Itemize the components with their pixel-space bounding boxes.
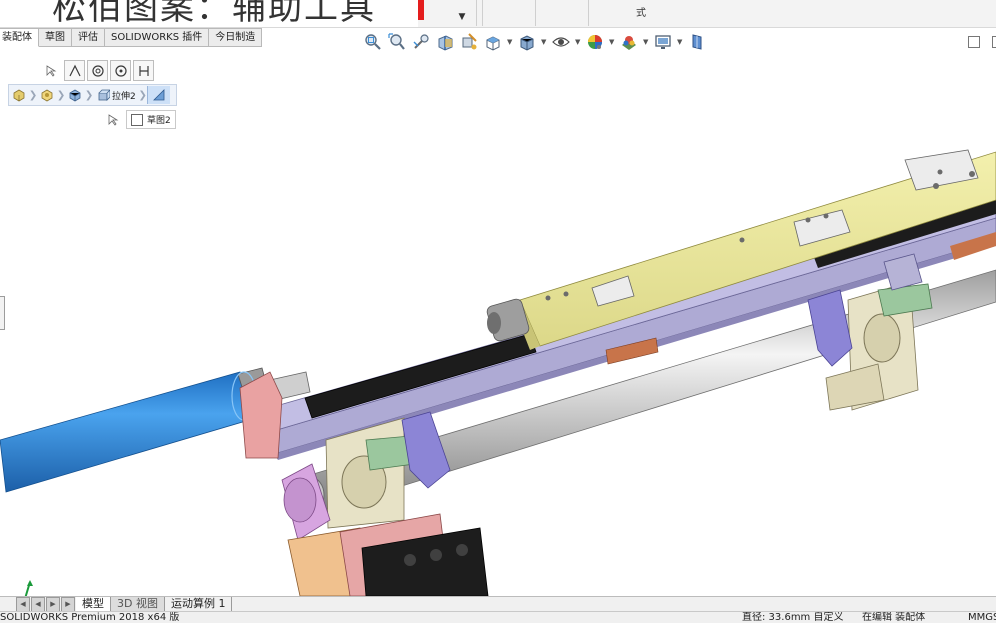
graphics-area[interactable]	[0, 56, 996, 611]
sketch-mini-toolbar	[45, 60, 154, 81]
circle-tool-icon[interactable]	[87, 60, 108, 81]
tab-motion-study[interactable]: 运动算例 1	[165, 597, 233, 611]
breadcrumb-sketch[interactable]	[146, 86, 170, 104]
extrude-feature-icon	[98, 89, 110, 101]
panel-collapse-handle[interactable]	[0, 296, 5, 330]
line-tool-icon[interactable]	[64, 60, 85, 81]
previous-view-icon[interactable]	[411, 32, 431, 52]
tab-sketch[interactable]: 草图	[39, 28, 72, 47]
tab-scroll-arrows: ◀ ◀ ▶ ▶	[16, 597, 76, 612]
chevron-down-icon[interactable]: ▼	[541, 38, 547, 46]
title-accent-bar	[418, 0, 424, 20]
status-bar: SOLIDWORKS Premium 2018 x64 版 直径: 33.6mm…	[0, 611, 996, 623]
dynamic-annotation-icon[interactable]	[459, 32, 479, 52]
command-manager-tabs: 装配体 草图 评估 SOLIDWORKS 插件 今日制造	[0, 28, 263, 47]
concentric-mate-icon[interactable]	[110, 60, 131, 81]
assembly-icon	[13, 89, 25, 102]
apply-scene-icon[interactable]	[619, 32, 639, 52]
sketch-checkbox[interactable]	[131, 113, 143, 126]
status-mode: 在编辑 装配体	[862, 612, 926, 623]
chevron-right-icon: ❯	[28, 89, 38, 101]
ribbon-dropdown[interactable]: ▼	[448, 0, 477, 26]
bearing-bore-right	[863, 313, 901, 363]
heads-up-view-toolbar: ▼ ▼ ▼ ▼ ▼ ▼	[363, 31, 707, 53]
ribbon-separator	[535, 0, 536, 26]
tab-3d-view[interactable]: 3D 视图	[111, 597, 165, 611]
section-view-icon[interactable]	[435, 32, 455, 52]
tab-evaluate[interactable]: 评估	[72, 28, 105, 47]
title-banner: 松佰图案：辅助工具	[0, 0, 418, 27]
title-banner-text: 松佰图案：辅助工具	[52, 0, 376, 27]
breadcrumb-subassembly[interactable]	[37, 85, 57, 105]
next-tab-icon[interactable]: ▶	[46, 597, 60, 612]
chevron-down-icon[interactable]: ▼	[507, 38, 513, 46]
sketch-plane-icon	[152, 89, 165, 101]
ribbon-separator	[588, 0, 589, 26]
tab-manufacturing[interactable]: 今日制造	[209, 28, 263, 47]
sketch-selector[interactable]: 草图2	[126, 110, 176, 129]
part-icon	[69, 89, 81, 102]
tab-model[interactable]: 模型	[76, 597, 111, 611]
pointer-arrow-icon[interactable]	[108, 113, 120, 126]
breadcrumb: ❯ ❯ ❯ 拉伸2 ❯	[8, 84, 177, 106]
chevron-right-icon: ❯	[56, 89, 66, 101]
zoom-to-fit-icon[interactable]	[363, 32, 383, 52]
bottom-tabs: ◀ ◀ ▶ ▶ 模型 3D 视图 运动算例 1	[0, 596, 996, 612]
chevron-down-icon[interactable]: ▼	[609, 38, 615, 46]
stopper-face	[487, 312, 501, 334]
sketch-row: 草图2	[108, 110, 176, 129]
cylinder-bracket	[239, 371, 283, 459]
first-tab-icon[interactable]: ◀	[16, 597, 30, 612]
breadcrumb-feature-label: 拉伸2	[112, 91, 136, 102]
chevron-right-icon: ❯	[84, 89, 94, 101]
chevron-down-icon[interactable]: ▼	[575, 38, 581, 46]
last-tab-icon[interactable]: ▶	[61, 597, 75, 612]
ribbon-separator	[482, 0, 483, 26]
breadcrumb-part[interactable]	[65, 85, 85, 105]
breadcrumb-assembly[interactable]	[9, 85, 29, 105]
width-mate-icon[interactable]	[133, 60, 154, 81]
window-controls	[968, 36, 996, 48]
assembly-model[interactable]	[0, 56, 996, 597]
top-ribbon: 松佰图案：辅助工具 ▼ 式	[0, 0, 996, 28]
breadcrumb-feature[interactable]: 拉伸2	[93, 85, 139, 105]
status-measure: 直径: 33.6mm 自定义	[742, 612, 844, 623]
status-app-name: SOLIDWORKS Premium 2018 x64 版	[0, 612, 180, 623]
ribbon-small-label[interactable]: 式	[636, 4, 646, 19]
pivot-hub	[283, 477, 317, 523]
maximize-pane-icon[interactable]	[992, 36, 996, 48]
prev-tab-icon[interactable]: ◀	[31, 597, 45, 612]
display-pane-icon[interactable]	[687, 32, 707, 52]
tab-assembly[interactable]: 装配体	[0, 28, 39, 47]
restore-pane-icon[interactable]	[968, 36, 980, 48]
zoom-area-icon[interactable]	[387, 32, 407, 52]
pointer-arrow-icon[interactable]	[45, 64, 59, 78]
status-units[interactable]: MMGS	[968, 612, 996, 623]
chevron-down-icon[interactable]: ▼	[677, 38, 683, 46]
chevron-down-icon[interactable]: ▼	[643, 38, 649, 46]
tab-addins[interactable]: SOLIDWORKS 插件	[105, 28, 210, 47]
subassembly-icon	[41, 89, 53, 102]
sketch-label: 草图2	[147, 116, 171, 126]
hide-show-icon[interactable]	[551, 32, 571, 52]
chevron-right-icon: ❯	[138, 89, 147, 101]
view-settings-icon[interactable]	[653, 32, 673, 52]
pneumatic-cylinder	[0, 371, 257, 493]
view-orientation-icon[interactable]	[483, 32, 503, 52]
display-style-icon[interactable]	[517, 32, 537, 52]
edit-appearance-icon[interactable]	[585, 32, 605, 52]
